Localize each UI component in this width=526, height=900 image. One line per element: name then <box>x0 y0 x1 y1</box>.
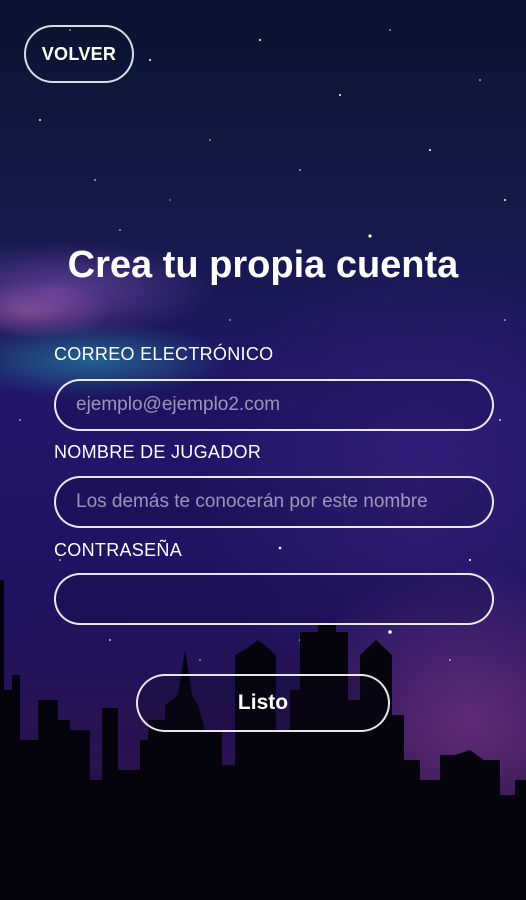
password-field[interactable] <box>54 573 494 625</box>
email-label: CORREO ELECTRÓNICO <box>54 344 274 364</box>
password-label: CONTRASEÑA <box>54 540 183 560</box>
player-name-field[interactable] <box>54 476 494 528</box>
email-field[interactable] <box>54 379 494 431</box>
player-name-label: NOMBRE DE JUGADOR <box>54 442 262 462</box>
page-title: Crea tu propia cuenta <box>67 244 459 286</box>
submit-button[interactable]: Listo <box>136 674 390 732</box>
city-skyline-silhouette <box>0 580 526 900</box>
back-button[interactable]: VOLVER <box>24 25 134 83</box>
